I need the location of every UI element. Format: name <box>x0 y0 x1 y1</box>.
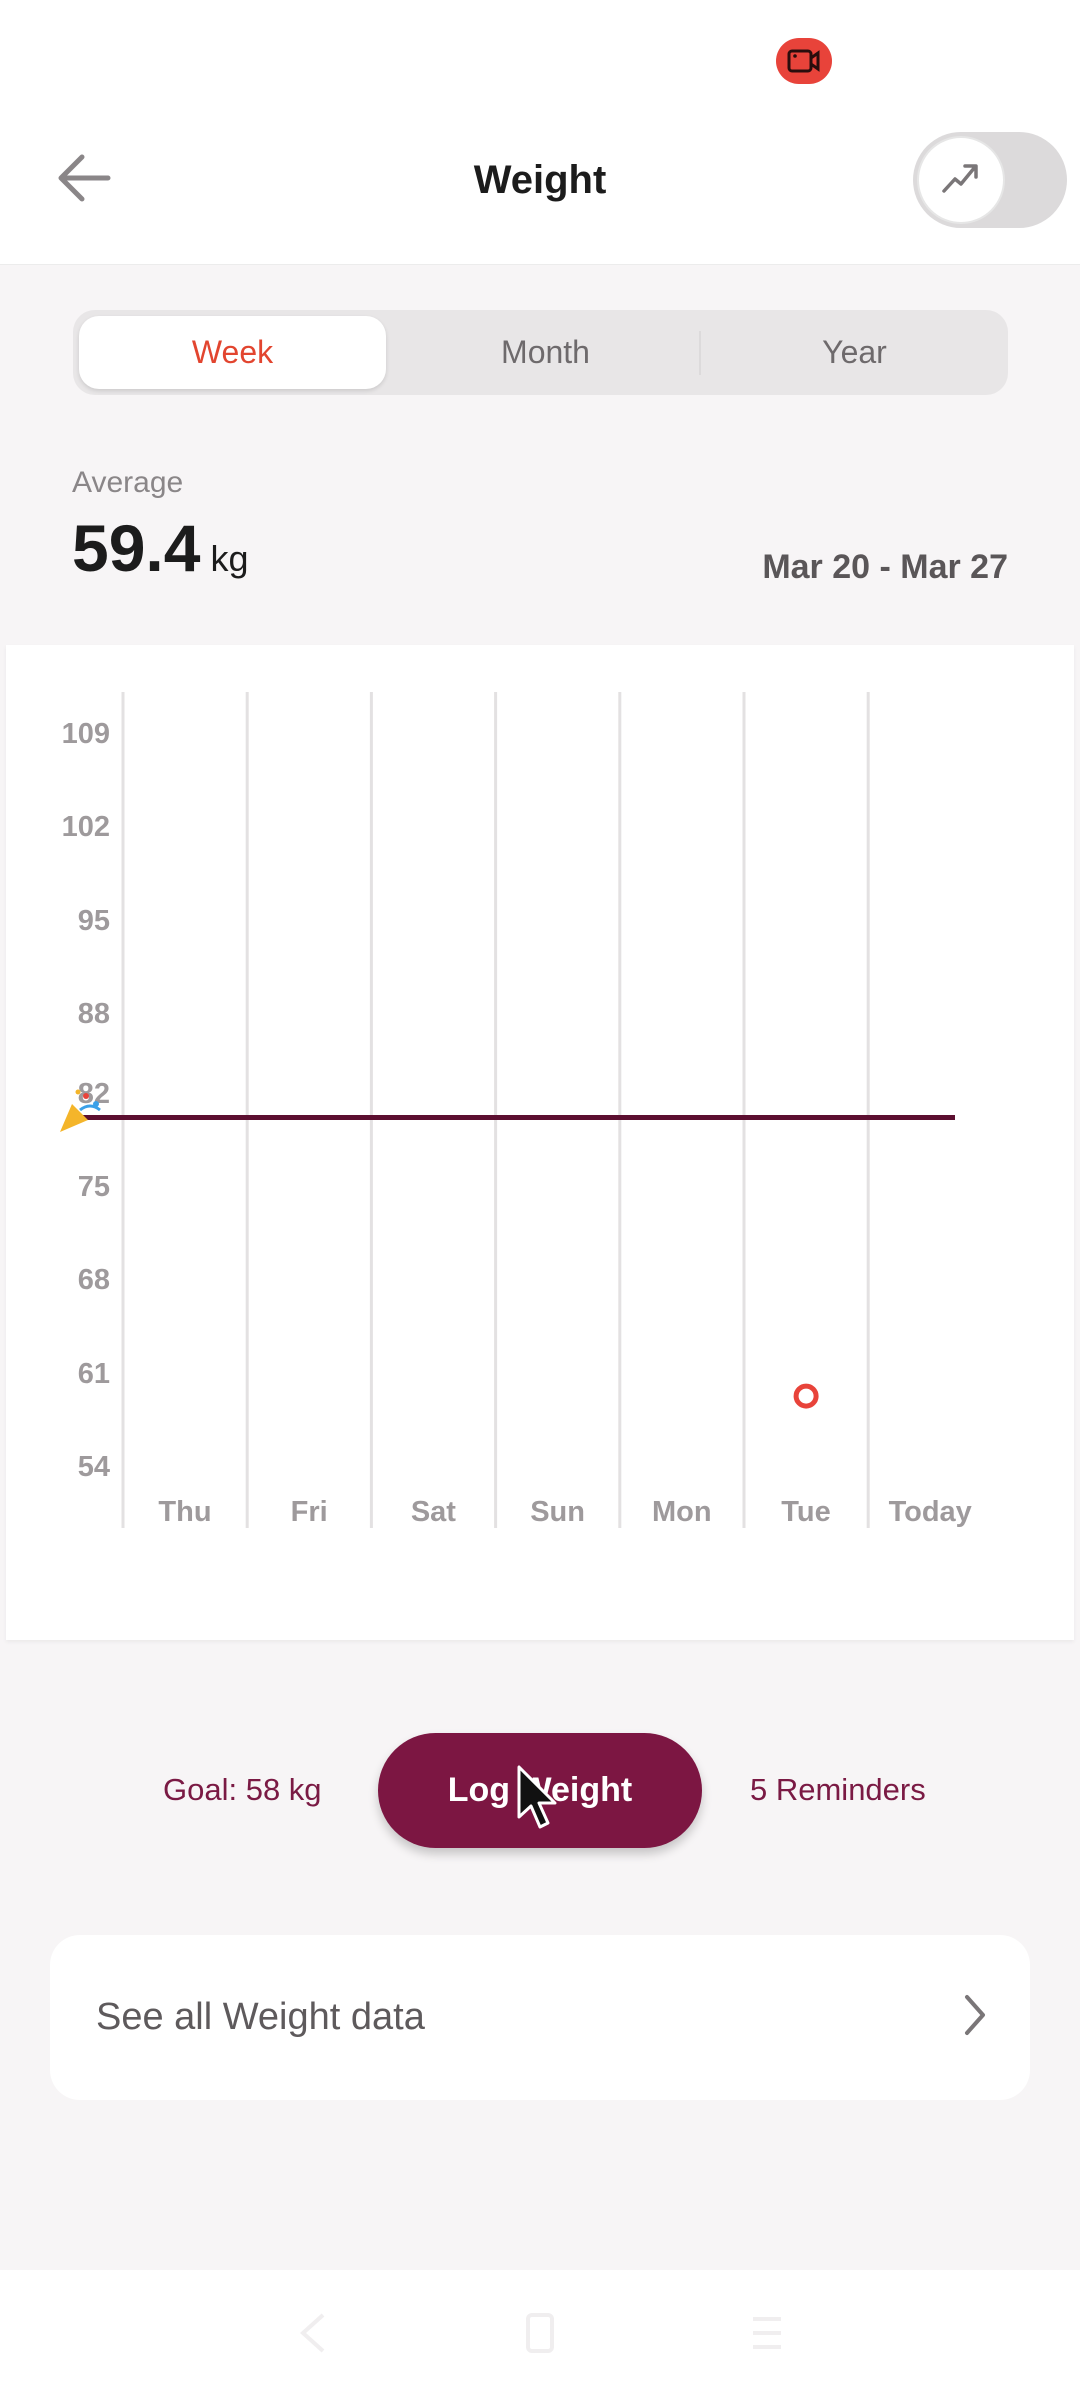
tab-week[interactable]: Week <box>79 316 386 389</box>
y-tick-label: 102 <box>61 811 110 844</box>
see-all-weight-data[interactable]: See all Weight data <box>50 1935 1030 2100</box>
y-tick-label: 95 <box>77 904 110 937</box>
average-value: 59.4 <box>72 511 201 585</box>
tab-year[interactable]: Year <box>701 310 1008 395</box>
x-tick-label: Tue <box>781 1496 831 1528</box>
y-tick-label: 109 <box>61 718 110 750</box>
x-tick-label: Sat <box>410 1496 456 1528</box>
system-nav-bar <box>0 2270 1080 2400</box>
party-popper-icon <box>56 1086 106 1146</box>
see-all-label: See all Weight data <box>96 1996 425 2038</box>
y-tick-label: 88 <box>77 997 110 1030</box>
y-tick-label: 75 <box>77 1171 110 1204</box>
back-button[interactable] <box>52 148 116 212</box>
trend-toggle[interactable] <box>913 132 1067 228</box>
x-tick-label: Mon <box>652 1496 712 1528</box>
x-tick-label: Thu <box>158 1496 212 1528</box>
period-tabs: Week Month Year <box>73 310 1008 395</box>
x-tick-label: Fri <box>290 1496 328 1528</box>
status-bar <box>0 0 1080 100</box>
y-tick-label: 61 <box>77 1357 110 1390</box>
arrow-left-icon <box>56 153 112 208</box>
y-tick-label: 54 <box>77 1451 110 1484</box>
chart-card <box>6 645 1074 1640</box>
average-value-block: 59.4 kg <box>72 510 249 597</box>
mouse-cursor-icon <box>515 1765 565 1835</box>
goal-label[interactable]: Goal: 58 kg <box>163 1772 322 1808</box>
average-unit: kg <box>210 538 249 579</box>
y-tick-label: 68 <box>77 1264 110 1297</box>
average-label: Average <box>72 466 184 499</box>
toggle-knob <box>917 136 1005 224</box>
nav-home-icon[interactable] <box>520 2311 560 2360</box>
trending-up-icon <box>941 161 981 200</box>
x-tick-label: Sun <box>530 1496 585 1528</box>
x-tick-label: Today <box>888 1496 972 1528</box>
screen-record-icon <box>776 38 832 84</box>
tab-month[interactable]: Month <box>392 310 699 395</box>
chevron-right-icon <box>962 1993 988 2042</box>
date-range: Mar 20 - Mar 27 <box>762 548 1008 586</box>
nav-recents-icon[interactable] <box>747 2311 787 2360</box>
nav-back-icon[interactable] <box>293 2311 333 2360</box>
reminders-link[interactable]: 5 Reminders <box>750 1772 926 1808</box>
